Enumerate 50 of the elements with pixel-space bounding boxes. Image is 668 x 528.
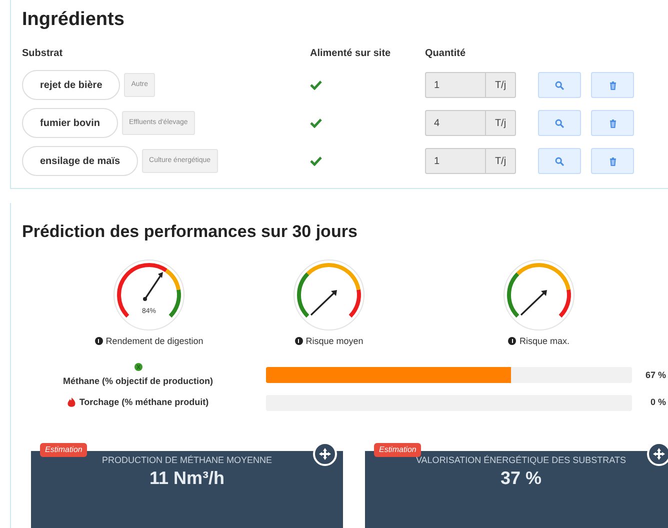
gauge-dial — [293, 258, 365, 330]
quantity-field[interactable]: 1 T/j — [425, 72, 516, 98]
flame-icon — [67, 397, 76, 408]
substrate-name: rejet de bière — [22, 70, 120, 100]
quantity-field[interactable]: 4 T/j — [425, 110, 516, 136]
search-icon — [555, 156, 564, 166]
delete-button[interactable] — [591, 110, 634, 136]
substrate-name: fumier bovin — [22, 108, 118, 138]
search-button[interactable] — [538, 72, 581, 98]
estimation-badge: Estimation — [40, 442, 88, 456]
unit-label: T/j — [485, 73, 515, 97]
bar-label: Torchage (% méthane produit) — [79, 396, 209, 409]
unit-label: T/j — [485, 149, 515, 173]
percent-value: 0 % — [650, 396, 667, 409]
search-button[interactable] — [538, 110, 581, 136]
unit-label: T/j — [485, 111, 515, 135]
search-icon — [555, 118, 564, 128]
search-button[interactable] — [538, 148, 581, 174]
move-arrows-icon — [319, 448, 331, 460]
percent-value: 67 % — [645, 368, 667, 382]
column-header: Alimenté sur site — [310, 47, 392, 60]
section-title: Ingrédients — [22, 8, 126, 32]
info-icon — [508, 337, 516, 346]
delete-button[interactable] — [591, 148, 634, 174]
bar-label: Méthane (% objectif de production) — [63, 375, 213, 388]
gauge-label: Rendement de digestion — [106, 334, 204, 348]
delete-button[interactable] — [591, 72, 634, 98]
expand-button[interactable] — [647, 442, 668, 466]
substrate-name: ensilage de maïs — [22, 146, 138, 176]
trash-icon — [608, 80, 616, 90]
trash-icon — [608, 118, 616, 128]
expand-button[interactable] — [313, 442, 337, 466]
gauge-dial — [503, 258, 575, 330]
info-icon — [294, 337, 303, 346]
info-icon — [94, 337, 103, 346]
move-arrows-icon — [653, 448, 665, 460]
gauge-label: Risque max. — [519, 334, 570, 348]
kpi-value: 11 Nm³/h — [149, 467, 225, 489]
search-icon — [555, 80, 564, 90]
column-header: Quantité — [425, 47, 466, 60]
kpi-value: 37 % — [500, 467, 542, 489]
quantity-field[interactable]: 1 T/j — [425, 148, 516, 174]
gauge-dial — [113, 258, 185, 330]
section-title: Prédiction des performances sur 30 jours — [22, 221, 358, 243]
estimation-badge: Estimation — [374, 442, 422, 456]
gauge-label: Risque moyen — [306, 334, 364, 348]
column-header: Substrat — [22, 47, 64, 60]
kpi-title: VALORISATION ÉNERGÉTIQUE DES SUBSTRATS — [416, 454, 626, 467]
trash-icon — [608, 156, 616, 166]
kpi-title: PRODUCTION DE MÉTHANE MOYENNE — [102, 454, 272, 466]
